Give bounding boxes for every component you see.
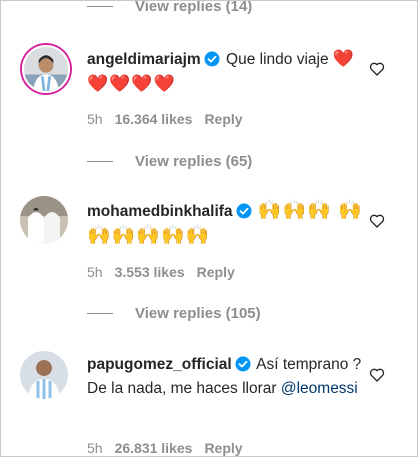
reply-button[interactable]: Reply bbox=[204, 440, 242, 456]
comment-body: papugomez_official Así temprano ? De la … bbox=[87, 353, 367, 401]
timestamp[interactable]: 5h bbox=[87, 440, 103, 456]
comment-meta: 5h 26.831 likes Reply bbox=[87, 440, 243, 456]
view-replies-link[interactable]: View replies (105) bbox=[87, 305, 261, 322]
reply-button[interactable]: Reply bbox=[197, 264, 235, 280]
avatar-image-icon bbox=[24, 47, 68, 91]
view-replies-link-top[interactable]: View replies (14) bbox=[87, 0, 253, 15]
view-replies-line bbox=[87, 161, 113, 162]
username[interactable]: mohamedbinkhalifa bbox=[87, 203, 233, 220]
likes-count[interactable]: 16.364 likes bbox=[115, 111, 193, 127]
username[interactable]: papugomez_official bbox=[87, 356, 232, 373]
avatar[interactable] bbox=[20, 351, 68, 399]
likes-count[interactable]: 26.831 likes bbox=[115, 440, 193, 456]
reply-button[interactable]: Reply bbox=[204, 111, 242, 127]
comment-meta: 5h 16.364 likes Reply bbox=[87, 111, 243, 127]
avatar[interactable] bbox=[20, 196, 68, 244]
heart-outline-icon[interactable] bbox=[369, 61, 385, 77]
verified-badge-icon bbox=[204, 51, 220, 67]
view-replies-label: View replies (14) bbox=[135, 0, 253, 15]
comment-text: Que lindo viaje bbox=[226, 51, 329, 68]
comment-meta: 5h 3.553 likes Reply bbox=[87, 264, 235, 280]
mention-link[interactable]: @leomessi bbox=[281, 380, 358, 397]
heart-outline-icon[interactable] bbox=[369, 367, 385, 383]
likes-count[interactable]: 3.553 likes bbox=[115, 264, 185, 280]
username[interactable]: angeldimariajm bbox=[87, 51, 201, 68]
view-replies-label: View replies (105) bbox=[135, 305, 261, 322]
comments-panel: View replies (14) angeldimariajm Que lin… bbox=[0, 0, 418, 457]
avatar-image-icon bbox=[20, 351, 68, 399]
view-replies-line bbox=[87, 6, 113, 7]
timestamp[interactable]: 5h bbox=[87, 111, 103, 127]
avatar-image-icon bbox=[20, 196, 68, 244]
view-replies-link[interactable]: View replies (65) bbox=[87, 153, 252, 170]
heart-outline-icon[interactable] bbox=[369, 213, 385, 229]
avatar[interactable] bbox=[22, 45, 70, 93]
comment-body: angeldimariajm Que lindo viaje ❤️❤️❤️❤️❤… bbox=[87, 47, 367, 97]
timestamp[interactable]: 5h bbox=[87, 264, 103, 280]
comment-body: mohamedbinkhalifa 🙌🙌🙌 🙌🙌🙌🙌🙌🙌 bbox=[87, 199, 367, 249]
view-replies-label: View replies (65) bbox=[135, 153, 253, 170]
view-replies-line bbox=[87, 313, 113, 314]
verified-badge-icon bbox=[236, 203, 252, 219]
verified-badge-icon bbox=[235, 356, 251, 372]
